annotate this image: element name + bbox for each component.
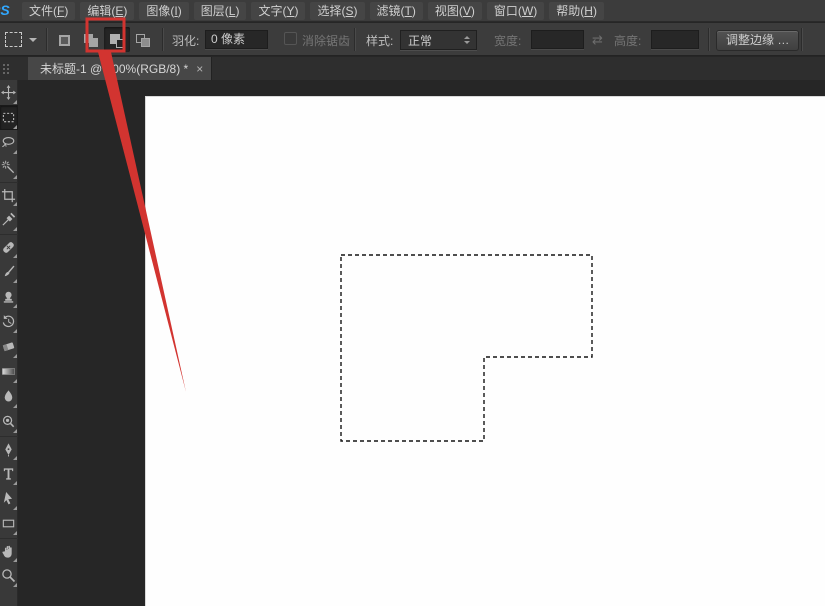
menu-item[interactable]: 图层(L) [193,1,247,20]
menu-item[interactable]: 视图(V) [427,1,482,20]
height-input[interactable] [651,30,699,49]
tool-preset-button[interactable] [3,29,41,50]
blur-tool[interactable] [0,384,18,409]
close-icon[interactable]: × [196,63,203,75]
history-brush-tool[interactable] [0,309,18,334]
selection-mode-icon [109,32,125,48]
refine-edge-button[interactable]: 调整边缘 … [716,30,800,51]
separator [162,28,163,51]
spinner-arrows-icon [460,33,474,47]
selection-mode-icon [57,32,73,48]
style-value: 正常 [408,33,433,48]
antialias-label: 消除锯齿 [302,34,351,48]
separator [46,28,47,51]
document-tab-title: 未标题-1 @ 100%(RGB/8) * [40,62,189,76]
clone-stamp-tool[interactable] [0,284,18,309]
feather-label: 羽化: [172,34,200,48]
selection-mode-icon [135,32,151,48]
document-tab-bar: 未标题-1 @ 100%(RGB/8) * × [0,57,825,80]
separator [354,28,355,51]
menu-item[interactable]: 滤镜(T) [369,1,423,20]
tool-options-bar: 羽化: 0 像素 消除锯齿 样式: 正常 宽度: ⇄ 高度: 调整边缘 … [0,23,825,56]
rectangular-marquee-icon [5,32,22,47]
quick-selection-tool[interactable] [0,155,18,180]
photoshop-logo: PS [0,2,10,18]
lasso-tool[interactable] [0,130,18,155]
shape-tool[interactable] [0,511,18,536]
spot-healing-brush-tool[interactable] [0,234,18,259]
menu-item[interactable]: 帮助(H) [549,1,604,20]
menu-item[interactable]: 图像(I) [139,1,189,20]
menu-item[interactable]: 文字(Y) [251,1,306,20]
separator [708,28,709,51]
rectangular-marquee-tool[interactable] [0,105,18,130]
dodge-tool[interactable] [0,409,18,434]
hand-tool[interactable] [0,538,18,563]
menu-item[interactable]: 选择(S) [310,1,365,20]
move-tool[interactable] [0,80,18,105]
document-canvas[interactable] [145,96,825,606]
menu-item[interactable]: 编辑(E) [80,1,135,20]
chevron-down-icon [29,37,37,46]
swap-width-height-icon[interactable]: ⇄ [592,32,603,48]
style-dropdown[interactable]: 正常 [400,30,477,50]
pen-tool[interactable] [0,436,18,461]
panel-grip-icon[interactable] [2,63,11,75]
menu-bar: PS 文件(F) 编辑(E) 图像(I) 图层(L) 文字(Y) 选择(S) 滤… [0,0,825,22]
menu-item[interactable]: 文件(F) [22,1,76,20]
width-input[interactable] [531,30,584,49]
selection-mode-icon [83,32,99,48]
document-tab[interactable]: 未标题-1 @ 100%(RGB/8) * × [28,57,213,80]
style-label: 样式: [366,34,394,48]
path-selection-tool[interactable] [0,486,18,511]
menu-item[interactable]: 窗口(W) [486,1,545,20]
brush-tool[interactable] [0,259,18,284]
eraser-tool[interactable] [0,334,18,359]
mode-add-to-selection[interactable] [78,27,104,52]
antialias-checkbox[interactable] [284,32,297,45]
mode-subtract-from-selection[interactable] [104,27,130,52]
mode-new-selection[interactable] [52,27,78,52]
width-label: 宽度: [494,34,522,48]
zoom-tool[interactable] [0,563,18,588]
separator [801,28,802,51]
type-tool[interactable] [0,461,18,486]
mode-intersect-with-selection[interactable] [130,27,156,52]
feather-input[interactable]: 0 像素 [205,30,268,49]
gradient-tool[interactable] [0,359,18,384]
crop-tool[interactable] [0,182,18,207]
tools-panel [0,80,18,606]
eyedropper-tool[interactable] [0,207,18,232]
height-label: 高度: [614,34,642,48]
